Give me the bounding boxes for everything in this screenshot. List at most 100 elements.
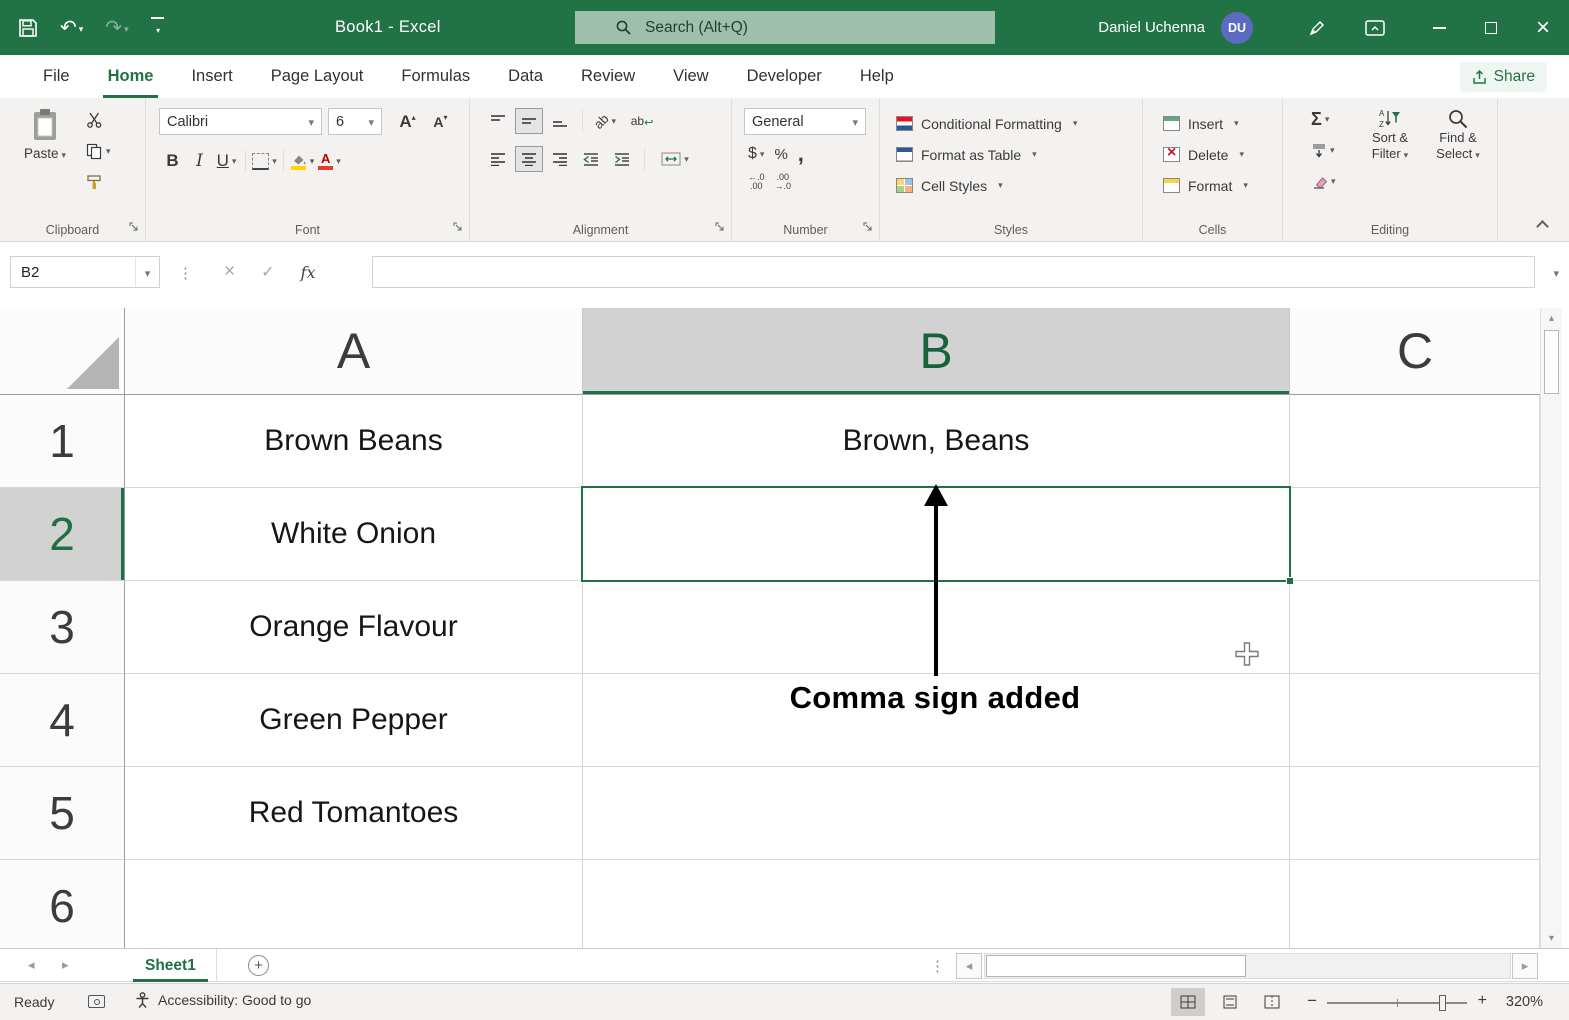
scroll-down-button[interactable]: ▾ [1541,928,1562,948]
normal-view-button[interactable] [1171,988,1205,1016]
cell-A3[interactable]: Orange Flavour [125,581,583,674]
insert-function-button[interactable]: fx [301,263,316,282]
ribbon-display-options-button[interactable] [1355,20,1395,36]
borders-button[interactable] [251,148,278,174]
tab-view[interactable]: View [654,55,727,98]
font-size-combobox[interactable]: 6 [328,108,382,135]
cell-A6[interactable] [125,860,583,948]
tab-page-layout[interactable]: Page Layout [252,55,383,98]
search-input[interactable] [645,19,975,37]
cell-A1[interactable]: Brown Beans [125,395,583,488]
save-button[interactable] [18,18,38,38]
collapse-ribbon-button[interactable] [1536,220,1549,233]
name-box-dropdown[interactable] [135,257,159,287]
zoom-out-button[interactable]: − [1307,991,1317,1011]
expand-formula-bar-button[interactable] [1553,264,1559,282]
minimize-button[interactable] [1413,0,1465,55]
decrease-indent-button[interactable] [577,146,605,172]
autosum-button[interactable]: Σ [1311,108,1336,130]
cell-C1[interactable] [1290,395,1540,488]
scroll-up-button[interactable]: ▴ [1541,308,1562,328]
tab-file[interactable]: File [24,55,89,98]
cell-styles-button[interactable]: Cell Styles [896,170,1142,201]
select-all-corner[interactable] [0,308,125,395]
cell-A2[interactable]: White Onion [125,488,583,581]
hscroll-left-button[interactable] [956,953,982,979]
tab-sheet1[interactable]: Sheet1 [125,949,217,982]
vertical-scrollbar[interactable]: ▴ ▾ [1540,308,1562,948]
zoom-slider-thumb[interactable] [1439,995,1446,1011]
format-as-table-button[interactable]: Format as Table [896,139,1142,170]
tab-formulas[interactable]: Formulas [382,55,489,98]
merge-center-button[interactable] [653,146,697,172]
insert-cells-button[interactable]: Insert [1163,108,1282,139]
tab-scroll-splitter[interactable] [930,957,946,976]
customize-quick-access-button[interactable] [151,17,164,38]
add-sheet-button[interactable]: + [248,955,269,976]
fill-color-button[interactable] [289,148,316,174]
cell-C4[interactable] [1290,674,1540,767]
align-right-button[interactable] [546,146,574,172]
accessibility-checker-button[interactable]: Accessibility: Good to go [135,992,311,1008]
align-middle-button[interactable] [515,108,543,134]
decrease-decimal-button[interactable]: .00 →.0 [775,173,792,191]
avatar[interactable]: DU [1221,12,1253,44]
number-format-combobox[interactable]: General [744,108,866,135]
page-layout-view-button[interactable] [1213,988,1247,1016]
tab-review[interactable]: Review [562,55,654,98]
find-select-button[interactable]: Find & Select [1427,108,1489,163]
cell-C6[interactable] [1290,860,1540,948]
align-bottom-button[interactable] [546,108,574,134]
column-header-A[interactable]: A [125,308,583,395]
row-header-1[interactable]: 1 [0,395,125,488]
hscroll-right-button[interactable] [1512,953,1538,979]
search-box[interactable] [575,11,995,44]
pen-tools-button[interactable] [1297,19,1337,37]
tab-home[interactable]: Home [89,55,173,98]
decrease-font-size-button[interactable]: A [427,109,454,135]
redo-dropdown-icon[interactable] [122,19,129,37]
cell-B6[interactable] [583,860,1290,948]
cell-C3[interactable] [1290,581,1540,674]
name-box[interactable]: B2 [10,256,160,288]
fill-handle[interactable] [1286,577,1294,585]
zoom-level[interactable]: 320% [1506,994,1543,1010]
bold-button[interactable]: B [159,148,186,174]
row-header-5[interactable]: 5 [0,767,125,860]
cell-B1[interactable]: Brown, Beans [583,395,1290,488]
italic-button[interactable]: I [186,148,213,174]
cell-A5[interactable]: Red Tomantoes [125,767,583,860]
undo-button[interactable] [60,15,83,40]
row-header-3[interactable]: 3 [0,581,125,674]
currency-format-button[interactable]: $ [748,145,764,163]
cell-A4[interactable]: Green Pepper [125,674,583,767]
percent-style-button[interactable]: % [774,146,787,163]
number-dialog-launcher[interactable] [863,221,874,236]
underline-button[interactable]: U [213,148,240,174]
maximize-button[interactable] [1465,0,1517,55]
cut-button[interactable] [86,110,116,130]
share-button[interactable]: Share [1460,62,1547,92]
font-dialog-launcher[interactable] [453,221,464,236]
tab-insert[interactable]: Insert [172,55,251,98]
cell-C5[interactable] [1290,767,1540,860]
row-header-4[interactable]: 4 [0,674,125,767]
user-name[interactable]: Daniel Uchenna [1098,19,1205,36]
tab-help[interactable]: Help [841,55,913,98]
font-color-button[interactable]: A [316,148,343,174]
next-sheet-button[interactable] [62,956,69,974]
increase-font-size-button[interactable]: A [394,109,421,135]
cell-B5[interactable] [583,767,1290,860]
cancel-entry-button[interactable] [224,261,235,283]
clipboard-dialog-launcher[interactable] [129,221,140,236]
comma-style-button[interactable]: , [798,149,804,159]
row-header-2[interactable]: 2 [0,488,125,581]
tab-data[interactable]: Data [489,55,562,98]
align-center-button[interactable] [515,146,543,172]
format-painter-button[interactable] [86,172,116,192]
paste-button[interactable]: Paste [16,108,74,161]
tab-developer[interactable]: Developer [728,55,841,98]
increase-indent-button[interactable] [608,146,636,172]
delete-cells-button[interactable]: Delete [1163,139,1282,170]
orientation-button[interactable]: ab [591,108,619,134]
